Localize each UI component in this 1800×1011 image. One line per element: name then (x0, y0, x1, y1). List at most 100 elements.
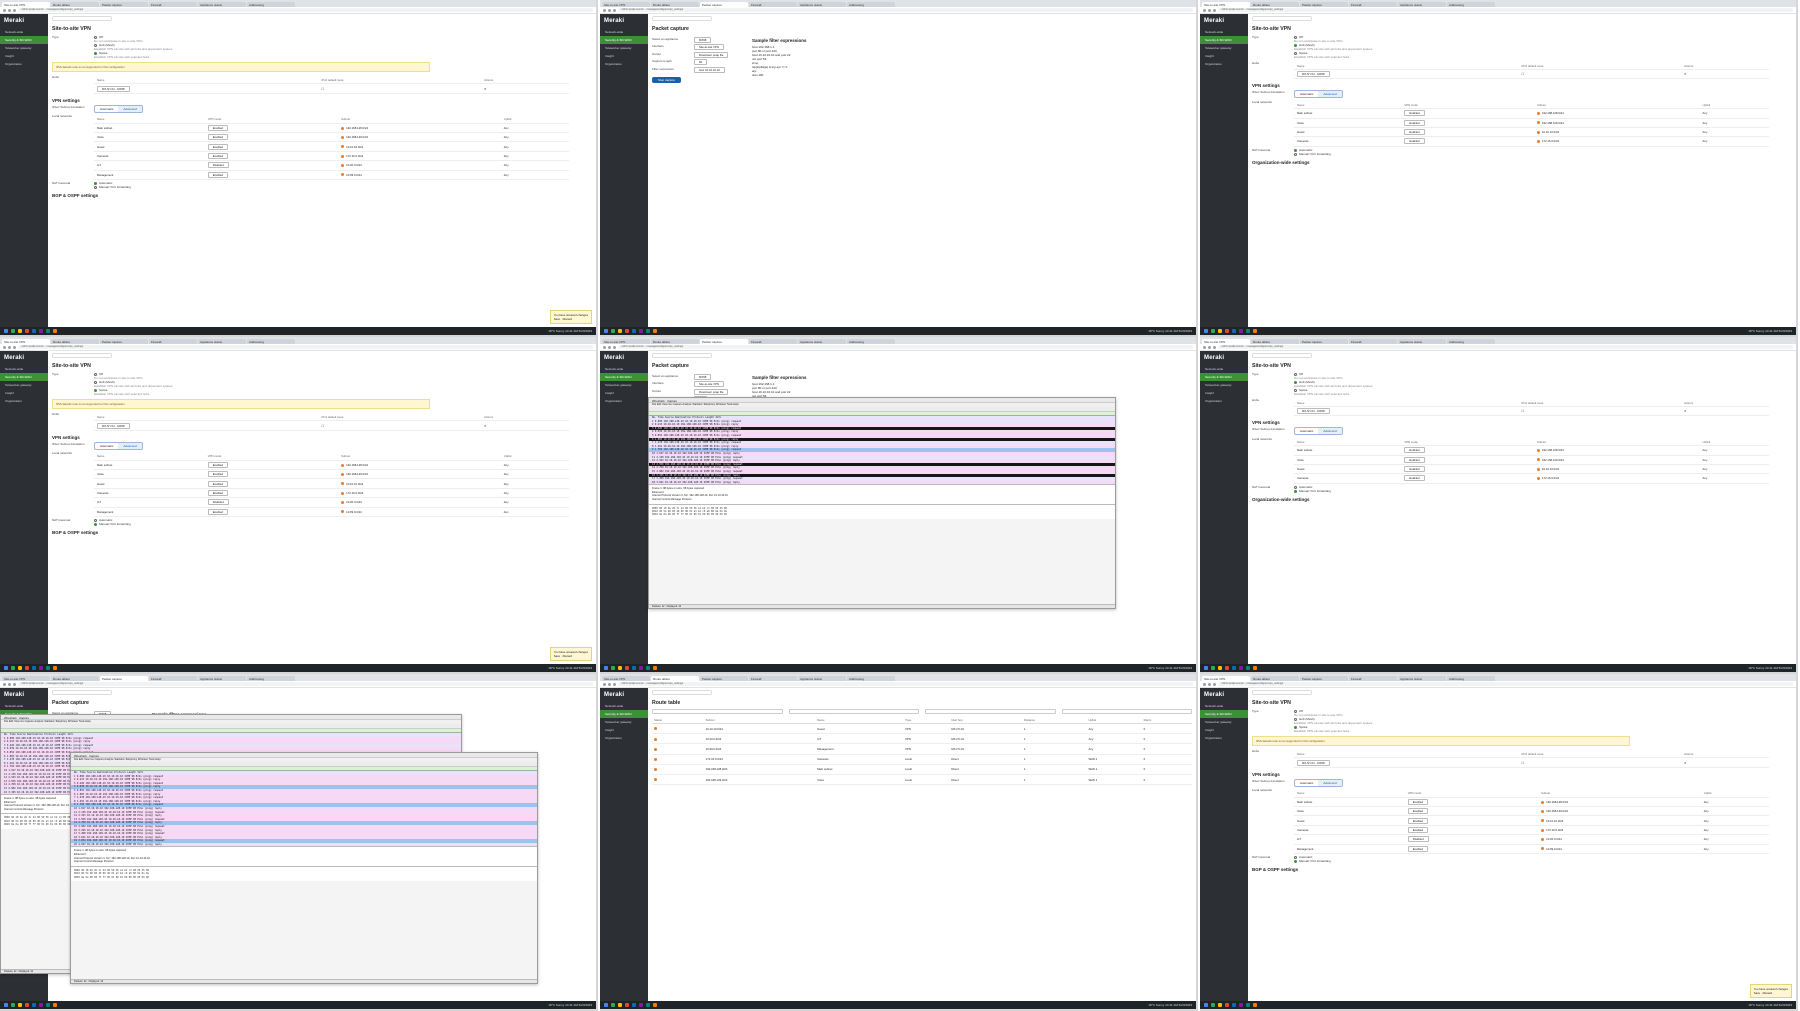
forward-icon[interactable] (608, 345, 611, 349)
vpn-mode-dropdown[interactable]: Enabled (207, 508, 229, 515)
hub-select[interactable]: MX-NY-01 - MX68 (94, 83, 319, 94)
taskbar-app-icon[interactable] (1232, 329, 1236, 333)
taskbar-app-icon[interactable] (1211, 1003, 1215, 1007)
taskbar-app-icon[interactable] (1211, 666, 1215, 670)
sidebar-item[interactable]: Insight (1200, 726, 1248, 734)
vpn-mode-dropdown[interactable]: Enabled (1407, 817, 1429, 824)
sidebar-item[interactable]: Security & SD-WAN (1200, 710, 1248, 718)
taskbar-app-icon[interactable] (639, 666, 643, 670)
filter-input[interactable] (925, 709, 1056, 714)
taskbar-app-icon[interactable] (618, 1003, 622, 1007)
taskbar-app-icon[interactable] (46, 666, 50, 670)
sidebar-item[interactable]: Teleworker gateway (600, 718, 648, 726)
back-icon[interactable] (3, 345, 6, 349)
hub-select[interactable]: MX-NY-01 - MX68 (1294, 757, 1519, 768)
search-input[interactable] (652, 16, 712, 21)
vpn-mode-dropdown[interactable]: Enabled (1407, 845, 1429, 852)
taskbar-app-icon[interactable] (1253, 666, 1257, 670)
forward-icon[interactable] (608, 8, 611, 12)
sidebar-item[interactable]: Network-wide (600, 28, 648, 36)
sidebar-item[interactable]: Insight (1200, 52, 1248, 60)
taskbar-app-icon[interactable] (1239, 1003, 1243, 1007)
mode-toggle-option[interactable]: Automatic (1295, 780, 1318, 786)
taskbar-app-icon[interactable] (646, 329, 650, 333)
sidebar-item[interactable]: Network-wide (0, 365, 48, 373)
taskbar-app-icon[interactable] (604, 666, 608, 670)
table-row[interactable]: 10.99.0.0/24 Management VPN MX-NY-01 1 Any 0 (652, 743, 1192, 755)
field-input[interactable]: MX68 (694, 36, 712, 43)
field-input[interactable]: Download .pcap file (694, 51, 729, 58)
vpn-mode-dropdown[interactable]: Enabled (1404, 447, 1425, 454)
sidebar-item[interactable]: Teleworker gateway (1200, 381, 1248, 389)
remove-icon[interactable]: ✕ (480, 83, 570, 94)
hub-select[interactable]: MX-NY-01 - MX68 (1294, 406, 1519, 417)
vpn-mode-dropdown[interactable]: Enabled (207, 489, 229, 496)
back-icon[interactable] (1203, 8, 1206, 12)
mode-toggle-option[interactable]: Automatic (1295, 428, 1318, 434)
filter-input[interactable] (1061, 709, 1192, 714)
mode-toggle-option[interactable]: Advanced (118, 442, 142, 449)
taskbar-app-icon[interactable] (1253, 329, 1257, 333)
taskbar-app-icon[interactable] (1239, 666, 1243, 670)
sidebar-item[interactable]: Organization (0, 60, 48, 68)
vpn-mode-dropdown[interactable]: Enabled (1404, 456, 1425, 463)
url-input[interactable]: n123.meraki.com/o/…/manage/configure/vpn… (618, 8, 1193, 12)
taskbar-app-icon[interactable] (18, 1003, 22, 1007)
back-icon[interactable] (1203, 682, 1206, 686)
sidebar-item[interactable]: Insight (1200, 389, 1248, 397)
taskbar-app-icon[interactable] (1211, 329, 1215, 333)
forward-icon[interactable] (8, 8, 11, 12)
nat-option[interactable]: Manual: Port forwarding (1294, 489, 1792, 493)
mode-toggle-option[interactable]: Advanced (1318, 779, 1342, 786)
taskbar-app-icon[interactable] (604, 1003, 608, 1007)
forward-icon[interactable] (8, 682, 11, 686)
radio-button[interactable] (1294, 152, 1297, 156)
url-input[interactable]: n123.meraki.com/o/…/manage/configure/vpn… (1218, 8, 1793, 12)
taskbar-app-icon[interactable] (11, 1003, 15, 1007)
vpn-mode-dropdown[interactable]: Enabled (207, 143, 229, 150)
vpn-mode-dropdown[interactable]: Disabled (207, 499, 229, 506)
url-input[interactable]: n123.meraki.com/o/…/manage/configure/vpn… (1218, 682, 1793, 686)
vpn-mode-dropdown[interactable]: Enabled (207, 124, 229, 131)
sidebar-item[interactable]: Insight (600, 52, 648, 60)
reload-icon[interactable] (13, 345, 16, 349)
nat-option[interactable]: Manual: Port forwarding (94, 522, 592, 526)
mode-toggle-option[interactable]: Automatic (95, 106, 118, 112)
vpn-mode-dropdown[interactable]: Enabled (207, 134, 229, 141)
sidebar-item[interactable]: Organization (1200, 734, 1248, 742)
sidebar-item[interactable]: Insight (0, 389, 48, 397)
vpn-mode-dropdown[interactable]: Enabled (207, 152, 229, 159)
taskbar-app-icon[interactable] (632, 1003, 636, 1007)
radio-button[interactable] (1294, 860, 1297, 864)
taskbar-app-icon[interactable] (1204, 666, 1208, 670)
taskbar-app-icon[interactable] (618, 329, 622, 333)
mode-toggle-option[interactable]: Advanced (1318, 91, 1342, 98)
reload-icon[interactable] (13, 8, 16, 12)
back-icon[interactable] (3, 682, 6, 686)
hub-dropdown[interactable]: MX-NY-01 - MX68 (97, 422, 130, 429)
radio-button[interactable] (1294, 489, 1297, 493)
taskbar-app-icon[interactable] (618, 666, 622, 670)
remove-icon[interactable]: ✕ (1680, 69, 1770, 80)
taskbar-app-icon[interactable] (1218, 1003, 1222, 1007)
taskbar-app-icon[interactable] (625, 329, 629, 333)
sidebar-item[interactable]: Security & SD-WAN (1200, 373, 1248, 381)
radio-button[interactable] (94, 186, 97, 190)
nat-option[interactable]: Manual: Port forwarding (1294, 859, 1792, 863)
forward-icon[interactable] (8, 345, 11, 349)
taskbar-app-icon[interactable] (611, 666, 615, 670)
taskbar-app-icon[interactable] (53, 329, 57, 333)
back-icon[interactable] (3, 8, 6, 12)
vpn-mode-dropdown[interactable]: Enabled (1404, 466, 1425, 473)
vpn-mode-dropdown[interactable]: Enabled (1407, 808, 1429, 815)
taskbar-app-icon[interactable] (653, 329, 657, 333)
vpn-mode-dropdown[interactable]: Enabled (207, 471, 229, 478)
url-input[interactable]: n123.meraki.com/o/…/manage/configure/vpn… (18, 682, 593, 686)
search-input[interactable] (652, 690, 712, 695)
vpn-mode-dropdown[interactable]: Enabled (1404, 138, 1425, 145)
reload-icon[interactable] (1213, 682, 1216, 686)
sidebar-item[interactable]: Teleworker gateway (600, 381, 648, 389)
vpn-mode-dropdown[interactable]: Enabled (207, 171, 229, 178)
taskbar-app-icon[interactable] (604, 329, 608, 333)
vpn-mode-dropdown[interactable]: Enabled (1404, 119, 1425, 126)
